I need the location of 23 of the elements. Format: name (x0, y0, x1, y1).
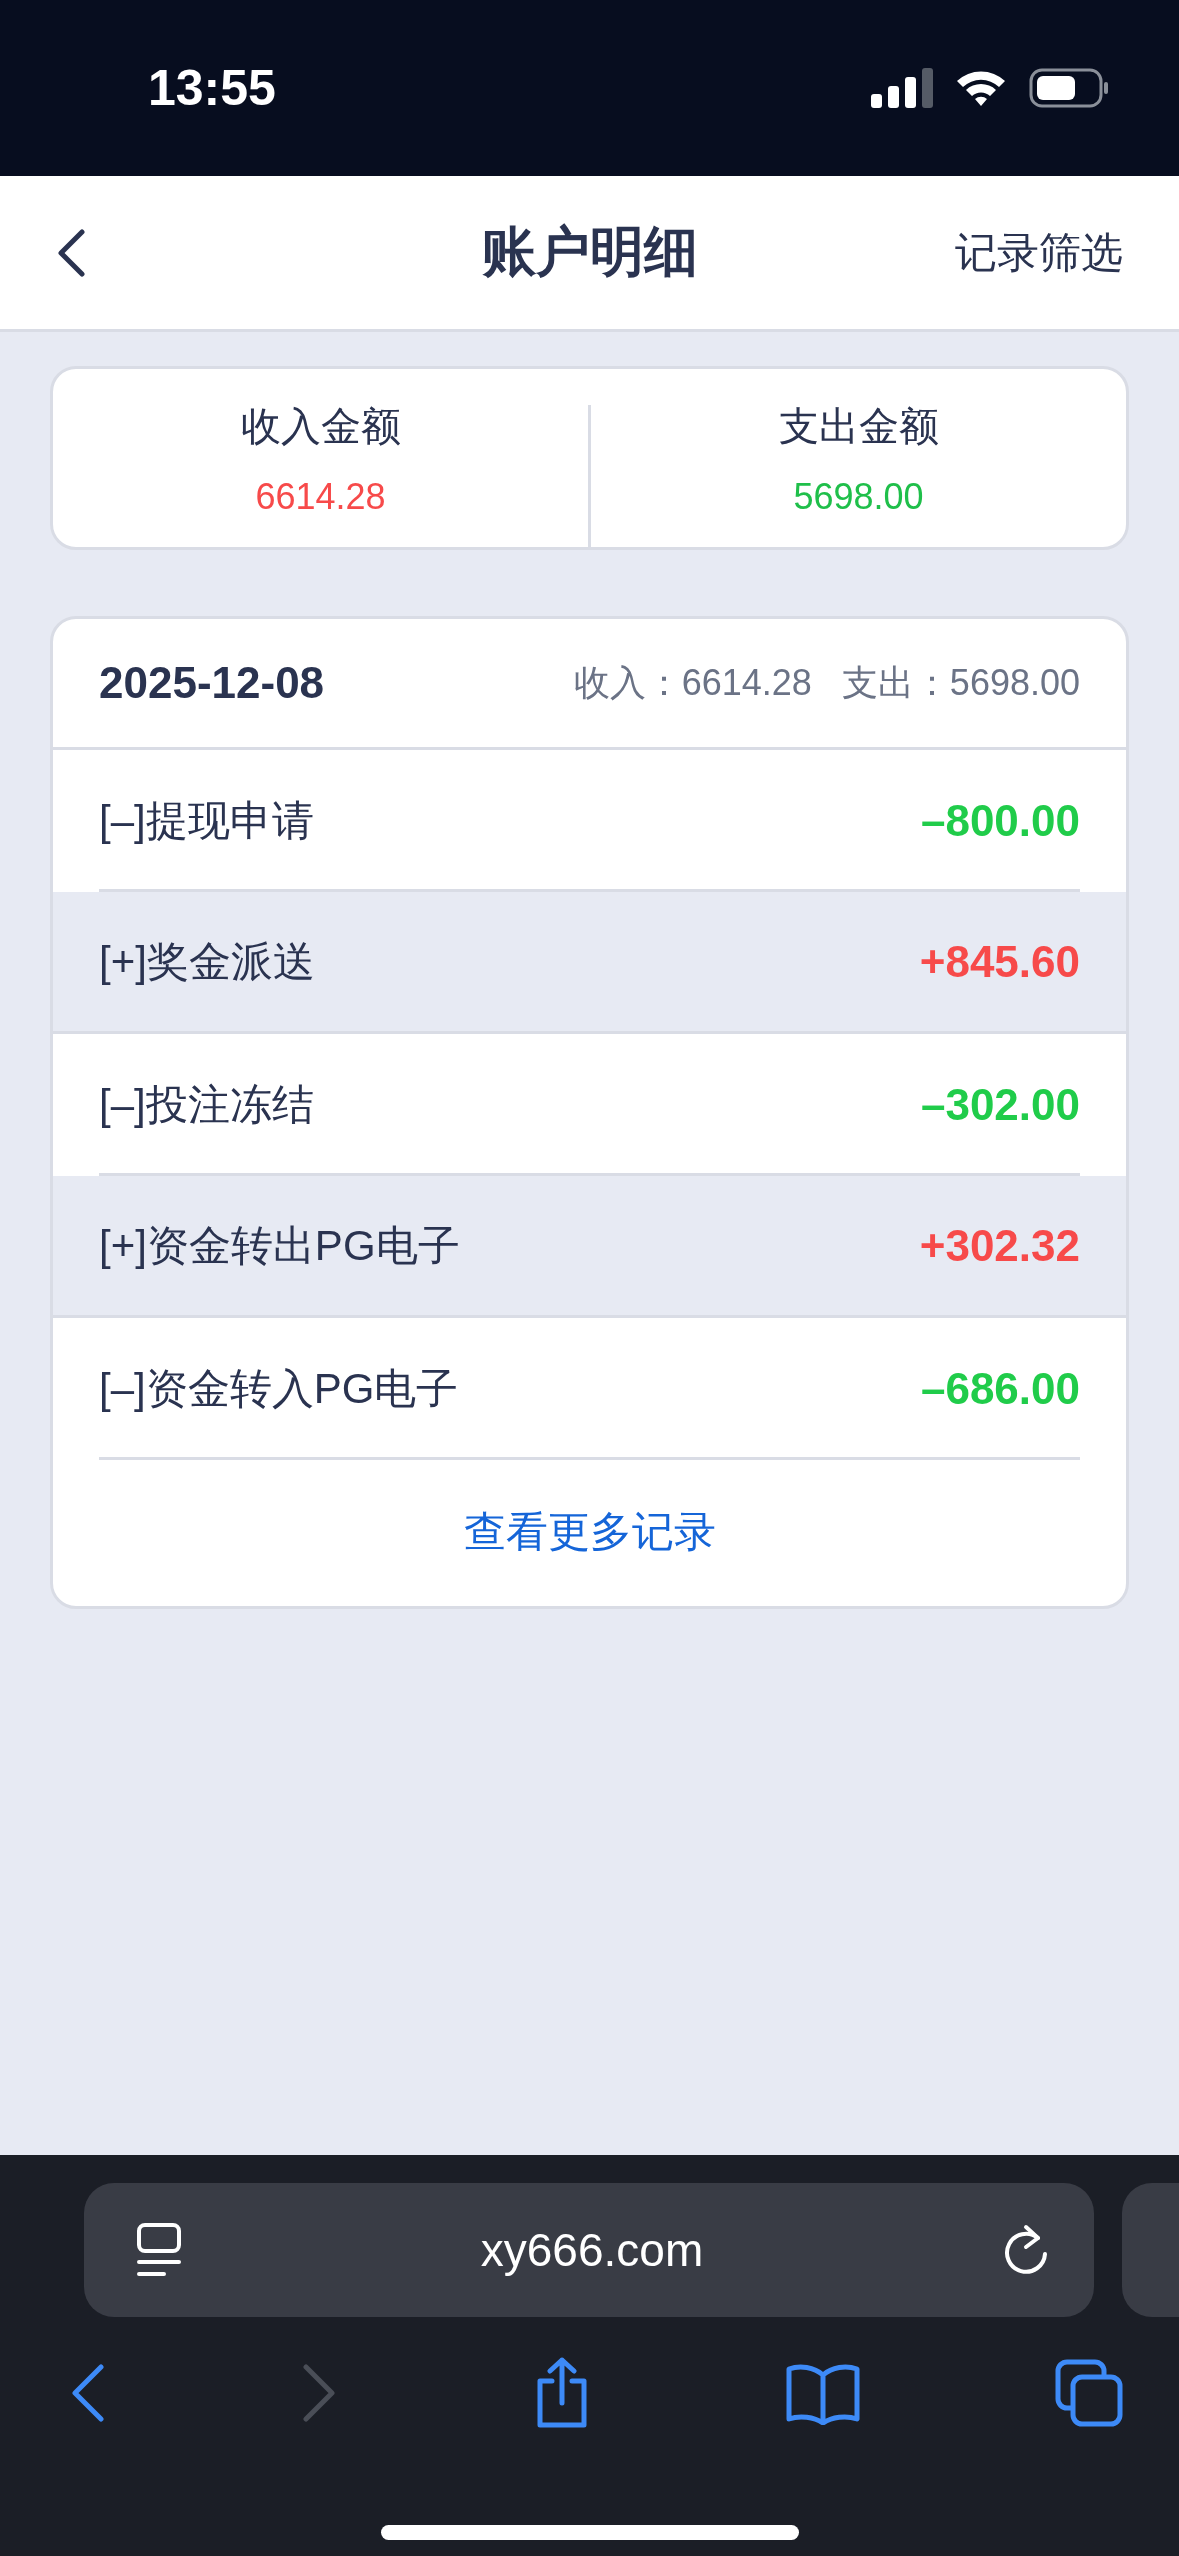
page-title: 账户明细 (481, 220, 698, 283)
back-icon[interactable] (70, 2364, 106, 2422)
status-time: 13:55 (148, 59, 276, 117)
record-row[interactable]: [+]奖金派送 +845.60 (53, 892, 1126, 1034)
summary-label: 收入金额 (240, 402, 401, 450)
record-date: 2025-12-08 (99, 658, 325, 708)
book-icon[interactable] (786, 2361, 861, 2425)
page-menu-icon[interactable] (136, 2222, 182, 2278)
day-income: 收入：6614.28 (573, 660, 812, 705)
more-records-link[interactable]: 查看更多记录 (463, 1504, 716, 1560)
summary-label: 支出金额 (778, 402, 939, 450)
reload-icon[interactable] (1002, 2224, 1050, 2276)
summary-amount: 5698.00 (793, 475, 924, 518)
filter-button[interactable]: 记录筛选 (955, 224, 1123, 281)
url-text: xy666.com (480, 2223, 704, 2277)
record-row[interactable]: [+]资金转出PG电子 +302.32 (53, 1176, 1126, 1318)
day-expense: 支出：5698.00 (841, 660, 1080, 705)
battery-icon (1029, 68, 1109, 108)
signal-icon (871, 68, 933, 108)
back-icon[interactable] (56, 228, 86, 277)
summary-amount: 6614.28 (255, 475, 386, 518)
tabs-icon[interactable] (1055, 2359, 1123, 2427)
address-bar[interactable]: xy666.com (84, 2183, 1094, 2317)
